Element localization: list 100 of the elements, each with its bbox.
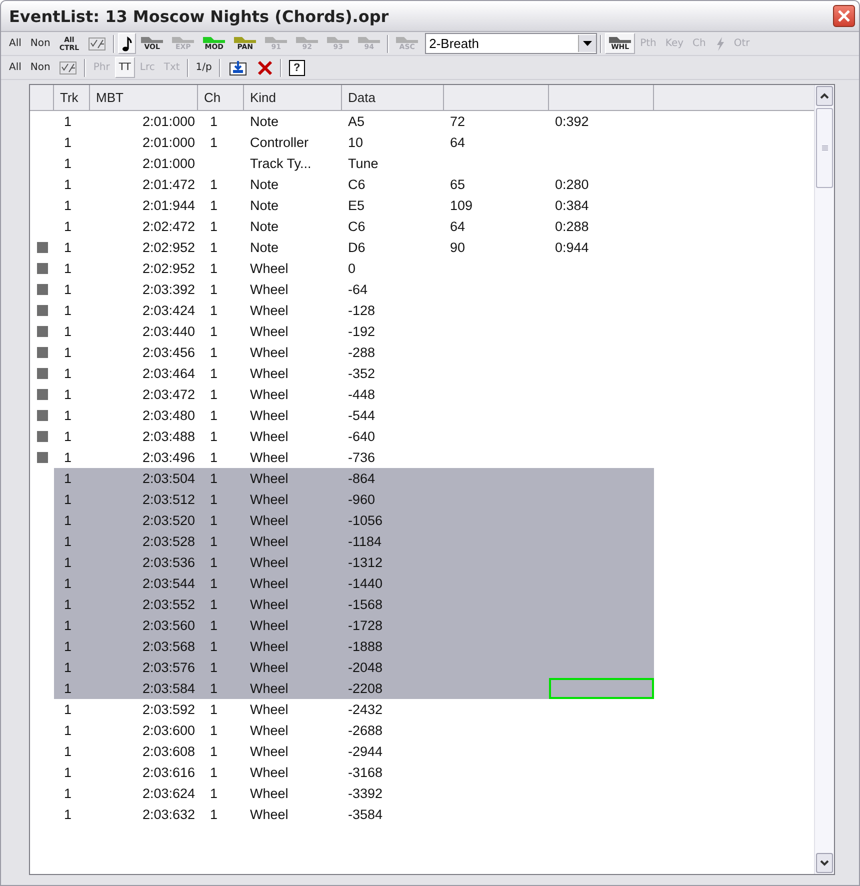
toolbar-button[interactable]: Non	[26, 33, 54, 54]
toolbar-button[interactable]: Non	[26, 57, 54, 78]
table-cell: 1	[210, 513, 218, 528]
column-header[interactable]: MBT	[90, 85, 198, 111]
table-cell: 1	[64, 324, 72, 339]
table-cell: 64	[450, 135, 466, 150]
table-cell: 1	[210, 345, 218, 360]
table-cell: Wheel	[250, 702, 288, 717]
table-cell: A5	[348, 114, 365, 129]
table-row[interactable]: 1 2:01:000 Track Ty... Tune	[54, 153, 654, 174]
table-row[interactable]: 1 2:03:608 1 Wheel -2944	[54, 741, 654, 762]
column-header[interactable]: Kind	[244, 85, 342, 111]
table-cell: 2:03:480	[142, 408, 195, 423]
table-row[interactable]: 1 2:03:536 1 Wheel -1312	[54, 552, 654, 573]
toolbar-button[interactable]: All	[5, 33, 26, 54]
table-cell: 1	[210, 786, 218, 801]
table-row[interactable]: 1 2:01:000 1 Note A5 72 0:392	[54, 111, 654, 132]
table-row[interactable]: 1 2:03:528 1 Wheel -1184	[54, 531, 654, 552]
table-row[interactable]: 1 2:03:552 1 Wheel -1568	[54, 594, 654, 615]
table-cell: 1	[64, 534, 72, 549]
table-cell: -3168	[348, 765, 383, 780]
table-cell: 2:01:000	[142, 114, 195, 129]
table-cell: 2:03:424	[142, 303, 195, 318]
table-cell: -3584	[348, 807, 383, 822]
table-row[interactable]: 1 2:03:592 1 Wheel -2432	[54, 699, 654, 720]
window-title: EventList: 13 Moscow Nights (Chords).opr	[9, 6, 389, 26]
column-header[interactable]: Trk	[54, 85, 90, 111]
table-cell: 1	[210, 555, 218, 570]
table-row[interactable]: 1 2:03:488 1 Wheel -640	[54, 426, 654, 447]
toolbar-button[interactable]: 1/p	[192, 57, 216, 78]
table-row[interactable]: 1 2:03:624 1 Wheel -3392	[54, 783, 654, 804]
table-cell: 1	[64, 345, 72, 360]
table-cell: 1	[64, 240, 72, 255]
table-cell: 0:288	[555, 219, 589, 234]
table-row[interactable]: 1 2:03:392 1 Wheel -64	[54, 279, 654, 300]
table-row[interactable]: 1 2:03:576 1 Wheel -2048	[54, 657, 654, 678]
table-row[interactable]: 1 2:03:456 1 Wheel -288	[54, 342, 654, 363]
table-row[interactable]: 1 2:02:472 1 Note C6 64 0:288	[54, 216, 654, 237]
table-row[interactable]: 1 2:03:496 1 Wheel -736	[54, 447, 654, 468]
table-row[interactable]: 1 2:03:568 1 Wheel -1888	[54, 636, 654, 657]
table-cell: Note	[250, 219, 279, 234]
column-header[interactable]: Ch	[198, 85, 244, 111]
table-cell: 2:03:632	[142, 807, 195, 822]
dropdown-caret-icon[interactable]	[578, 35, 596, 52]
table-cell: 2:03:600	[142, 723, 195, 738]
table-cell: 1	[210, 471, 218, 486]
table-cell: Wheel	[250, 450, 288, 465]
scroll-down-button[interactable]	[816, 853, 833, 873]
table-row[interactable]: 1 2:03:472 1 Wheel -448	[54, 384, 654, 405]
table-cell: 1	[210, 807, 218, 822]
event-type-dropdown[interactable]: 2-Breath	[425, 33, 598, 54]
table-cell: Note	[250, 177, 279, 192]
table-row[interactable]: 1 2:03:544 1 Wheel -1440	[54, 573, 654, 594]
table-cell: 1	[210, 429, 218, 444]
table-cell: 1	[64, 786, 72, 801]
table-cell: 1	[210, 366, 218, 381]
table-row[interactable]: 1 2:03:464 1 Wheel -352	[54, 363, 654, 384]
close-icon[interactable]	[837, 9, 851, 23]
column-header[interactable]: Data	[342, 85, 444, 111]
table-cell: E5	[348, 198, 365, 213]
table-row[interactable]: 1 2:01:472 1 Note C6 65 0:280	[54, 174, 654, 195]
close-button[interactable]	[833, 5, 855, 27]
table-cell: 2:03:560	[142, 618, 195, 633]
table-cell: C6	[348, 219, 366, 234]
table-row[interactable]: 1 2:03:584 1 Wheel -2208	[54, 678, 654, 699]
table-row[interactable]: 1 2:03:520 1 Wheel -1056	[54, 510, 654, 531]
table-row[interactable]: 1 2:03:560 1 Wheel -1728	[54, 615, 654, 636]
table-row[interactable]: 1 2:01:000 1 Controller 10 64	[54, 132, 654, 153]
table-row[interactable]: 1 2:03:424 1 Wheel -128	[54, 300, 654, 321]
table-cell: -352	[348, 366, 376, 381]
table-row[interactable]: 1 2:03:616 1 Wheel -3168	[54, 762, 654, 783]
vertical-scrollbar[interactable]	[814, 85, 834, 874]
table-row[interactable]: 1 2:03:504 1 Wheel -864	[54, 468, 654, 489]
table-cell: -640	[348, 429, 376, 444]
music-note-button[interactable]	[118, 33, 136, 54]
table-row[interactable]: 1 2:02:952 1 Note D6 90 0:944	[54, 237, 654, 258]
toolbar-button[interactable]: All	[5, 57, 26, 78]
table-cell: 1	[210, 387, 218, 402]
scroll-up-button[interactable]	[816, 86, 833, 106]
table-row[interactable]: 1 2:03:600 1 Wheel -2688	[54, 720, 654, 741]
table-cell: Wheel	[250, 513, 288, 528]
table-cell: 0	[348, 261, 356, 276]
table-cell: 1	[64, 135, 72, 150]
table-cell: Wheel	[250, 534, 288, 549]
table-cell: Wheel	[250, 576, 288, 591]
table-row[interactable]: 1 2:03:480 1 Wheel -544	[54, 405, 654, 426]
table-cell: 2:03:544	[142, 576, 195, 591]
table-cell: 2:03:528	[142, 534, 195, 549]
table-cell: 1	[64, 450, 72, 465]
table-row[interactable]: 1 2:02:952 1 Wheel 0	[54, 258, 654, 279]
table-cell: Wheel	[250, 492, 288, 507]
table-row[interactable]: 1 2:03:512 1 Wheel -960	[54, 489, 654, 510]
table-cell: 1	[64, 597, 72, 612]
table-cell: 1	[64, 198, 72, 213]
table-row[interactable]: 1 2:03:440 1 Wheel -192	[54, 321, 654, 342]
table-row[interactable]: 1 2:03:632 1 Wheel -3584	[54, 804, 654, 825]
toolbar-button[interactable]: TT	[114, 57, 135, 78]
table-cell: Wheel	[250, 282, 288, 297]
scroll-thumb[interactable]	[816, 108, 833, 188]
table-row[interactable]: 1 2:01:944 1 Note E5 109 0:384	[54, 195, 654, 216]
